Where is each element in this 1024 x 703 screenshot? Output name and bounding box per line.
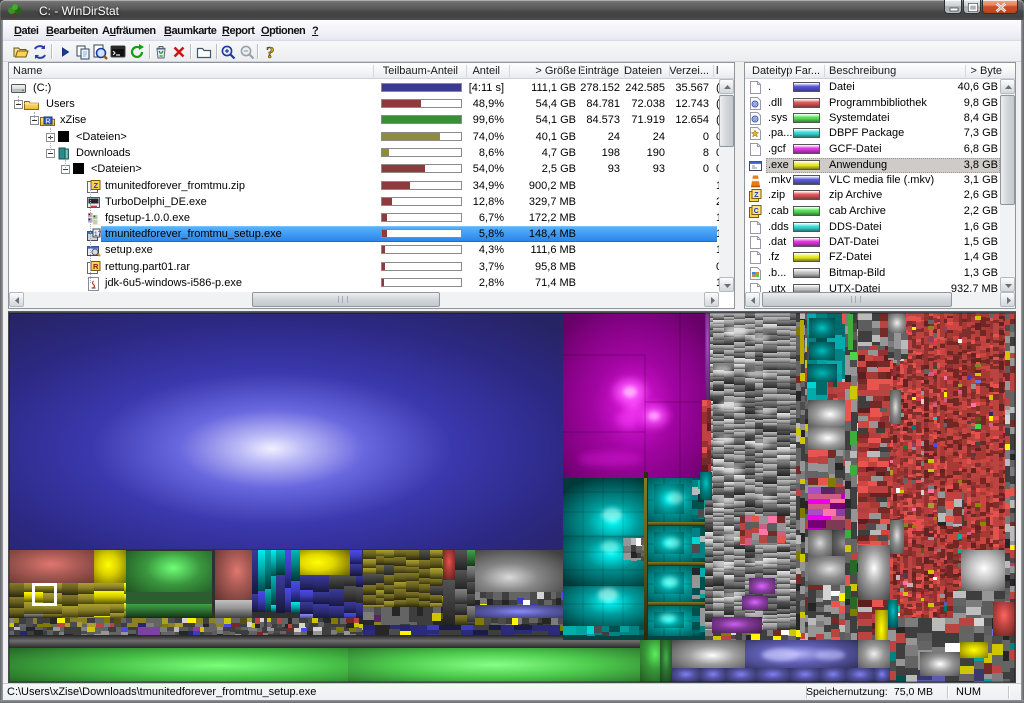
svg-text:Z: Z <box>754 192 759 199</box>
svg-text:Z: Z <box>94 181 99 190</box>
svg-text:C: C <box>754 208 759 215</box>
svg-text:17: 17 <box>94 231 101 238</box>
svg-text:R: R <box>46 119 51 126</box>
svg-text:R: R <box>93 262 99 271</box>
svg-text:?: ? <box>266 44 275 60</box>
